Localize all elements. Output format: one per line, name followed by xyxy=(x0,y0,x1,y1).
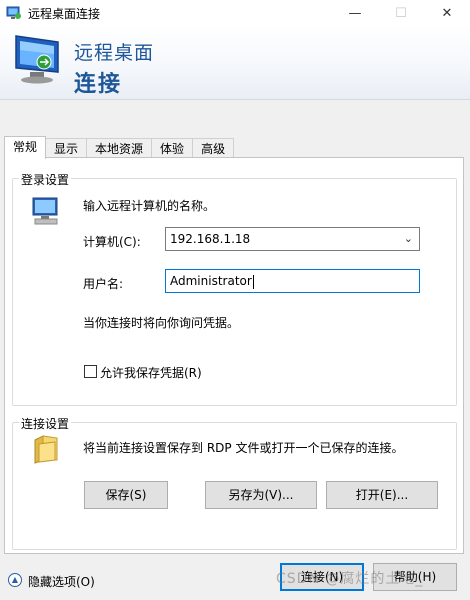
username-input[interactable]: Administrator xyxy=(165,269,420,293)
tab-advanced[interactable]: 高级 xyxy=(192,138,235,158)
close-icon: ✕ xyxy=(441,5,453,21)
watermark-text: CSDN @腐烂的土地_ xyxy=(276,571,424,587)
tab-local-resources[interactable]: 本地资源 xyxy=(86,138,153,158)
text-caret xyxy=(252,274,254,289)
banner-title-line2: 连接 xyxy=(74,72,123,97)
remote-desktop-app-icon xyxy=(6,6,21,19)
logon-settings-label: 登录设置 xyxy=(19,171,72,188)
minimize-icon: — xyxy=(348,5,362,21)
minimize-button[interactable]: — xyxy=(332,0,378,26)
maximize-icon: ☐ xyxy=(395,5,407,21)
computer-icon xyxy=(32,197,58,225)
credentials-prompt-note: 当你连接时将向你询问凭据。 xyxy=(83,316,240,330)
remote-desktop-monitor-icon xyxy=(15,35,59,84)
username-label: 用户名: xyxy=(83,277,124,291)
tab-display[interactable]: 显示 xyxy=(45,138,88,158)
computer-value: 192.168.1.18 xyxy=(170,232,251,246)
connection-description: 将当前连接设置保存到 RDP 文件或打开一个已保存的连接。 xyxy=(83,441,404,455)
general-tab-panel: 登录设置 输入远程计算机的名称。 计算机(C): 192.168.1.18 ⌄ … xyxy=(4,157,464,554)
chevron-down-icon[interactable]: ⌄ xyxy=(404,228,413,250)
save-credentials-checkbox[interactable] xyxy=(84,365,97,378)
computer-combobox[interactable]: 192.168.1.18 ⌄ xyxy=(165,227,420,251)
hide-options-link[interactable]: 隐藏选项(O) xyxy=(28,573,95,590)
title-bar: 远程桌面连接 — ☐ ✕ xyxy=(0,0,470,26)
chevron-up-icon[interactable]: ▲ xyxy=(8,573,22,587)
connection-settings-label: 连接设置 xyxy=(19,415,72,432)
username-value: Administrator xyxy=(170,274,252,288)
tab-experience[interactable]: 体验 xyxy=(151,138,194,158)
open-button[interactable]: 打开(E)... xyxy=(326,481,438,509)
save-button[interactable]: 保存(S) xyxy=(84,481,168,509)
computer-instruction: 输入远程计算机的名称。 xyxy=(83,199,216,213)
tab-strip: 常规 显示 本地资源 体验 高级 xyxy=(4,136,235,159)
tab-general[interactable]: 常规 xyxy=(4,136,47,159)
save-as-button[interactable]: 另存为(V)... xyxy=(205,481,317,509)
banner-title-line1: 远程桌面 xyxy=(74,42,155,64)
window-title: 远程桌面连接 xyxy=(28,7,101,21)
folder-icon xyxy=(34,435,58,464)
header-banner: 远程桌面 连接 xyxy=(0,26,470,100)
maximize-button: ☐ xyxy=(378,0,424,26)
close-button[interactable]: ✕ xyxy=(424,0,470,26)
save-credentials-label[interactable]: 允许我保存凭据(R) xyxy=(100,364,202,381)
computer-label: 计算机(C): xyxy=(83,235,141,249)
